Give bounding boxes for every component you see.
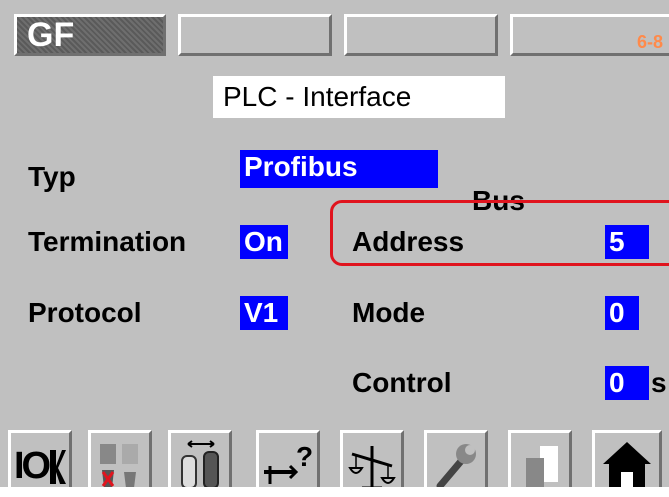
io-status-icon: IO xyxy=(13,445,67,487)
gas-cylinder-icon xyxy=(181,440,219,489)
protocol-label: Protocol xyxy=(28,297,142,328)
screen-bottom-edge xyxy=(0,487,669,497)
wrench-icon xyxy=(436,444,476,490)
home-icon xyxy=(603,442,651,490)
address-value[interactable]: 5 xyxy=(605,225,649,259)
typ-value[interactable]: Profibus xyxy=(240,150,438,188)
plc-interface-screen: GF 6-8 PLC - Interface Typ Profibus Term… xyxy=(0,0,669,497)
tab-2[interactable] xyxy=(178,14,332,56)
address-label: Address xyxy=(352,226,465,257)
svg-text:?: ? xyxy=(296,441,313,472)
test-query-icon: ? xyxy=(264,441,313,484)
termination-label: Termination xyxy=(28,226,187,257)
mode-value[interactable]: 0 xyxy=(605,296,639,330)
control-value[interactable]: 0 xyxy=(605,366,649,400)
mode-label: Mode xyxy=(352,297,426,328)
termination-value[interactable]: On xyxy=(240,225,288,259)
control-label: Control xyxy=(352,367,452,398)
tab-3[interactable] xyxy=(344,14,498,56)
copy-page-icon xyxy=(526,446,558,488)
calibration-scale-icon xyxy=(348,446,396,490)
io-label: IO xyxy=(13,445,51,487)
control-unit: s xyxy=(651,367,667,398)
alarm-reset-icon xyxy=(100,444,138,488)
tab-gf[interactable]: GF xyxy=(14,14,166,56)
typ-label: Typ xyxy=(28,161,76,192)
page-number: 6-8 xyxy=(636,32,663,52)
tab-gf-label: GF xyxy=(27,16,75,54)
page-title: PLC - Interface xyxy=(213,76,505,118)
protocol-value[interactable]: V1 xyxy=(240,296,288,330)
